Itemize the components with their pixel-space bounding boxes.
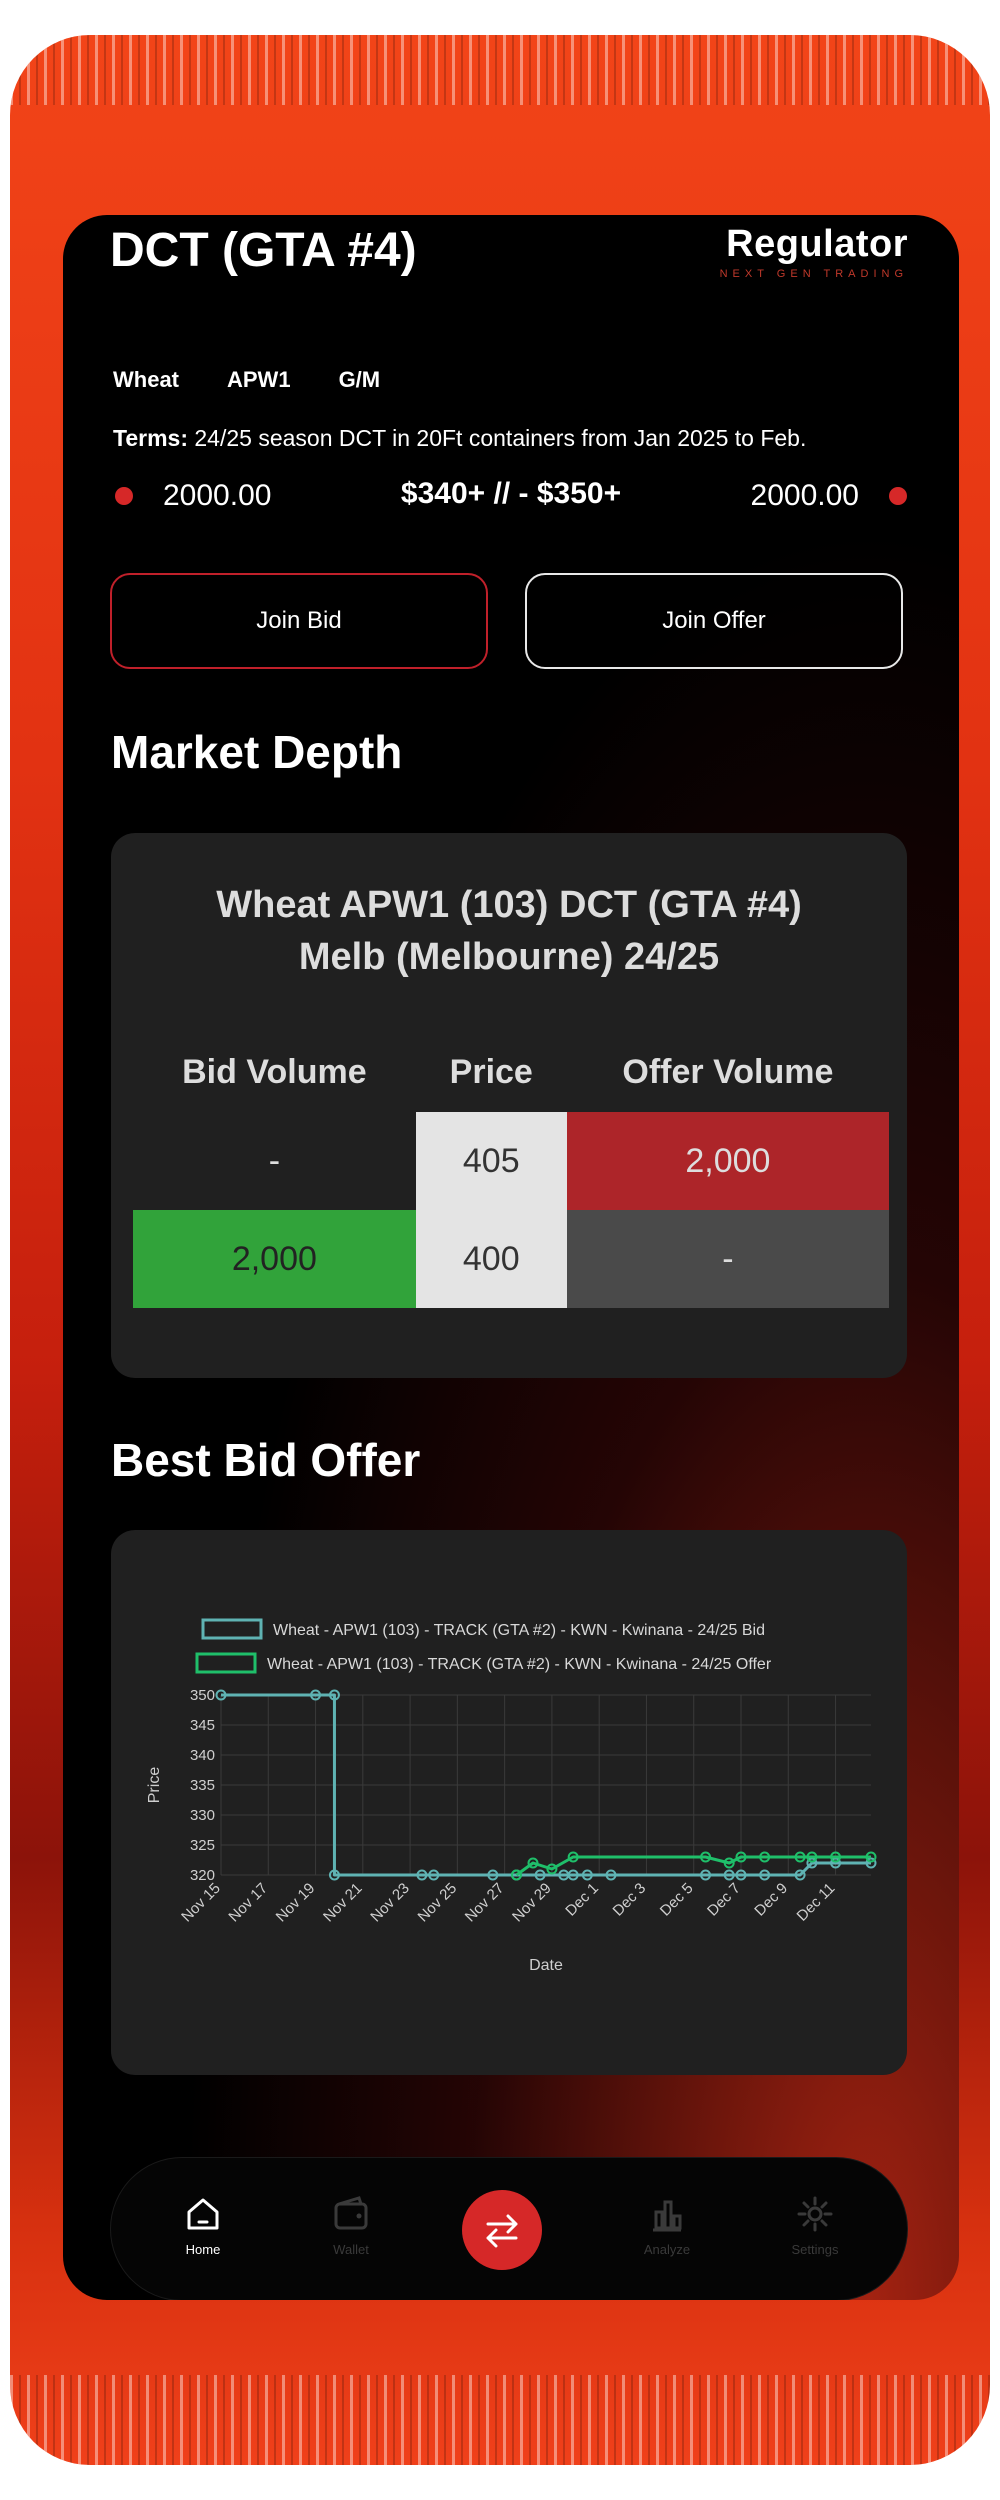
y-tick-label: 345 [190, 1717, 215, 1734]
terms-label: Terms: [113, 425, 188, 451]
gear-icon [797, 2196, 833, 2232]
page-title: DCT (GTA #4) [110, 224, 417, 277]
offer-volume: 2000.00 [750, 479, 859, 512]
x-tick-label: Dec 5 [657, 1880, 697, 1920]
x-tick-label: Nov 19 [273, 1880, 319, 1926]
bid-volume-cell: 2,000 [133, 1210, 416, 1308]
trade-exchange-button[interactable] [462, 2190, 542, 2270]
nav-settings-label: Settings [791, 2242, 839, 2257]
join-bid-button[interactable]: Join Bid [110, 573, 488, 669]
wallet-icon [334, 2196, 368, 2230]
nav-home[interactable]: Home [163, 2194, 243, 2257]
x-tick-label: Nov 15 [178, 1880, 224, 1926]
brand-logo: Regulator NEXT GEN TRADING [720, 223, 908, 280]
offer-volume-cell: - [566, 1210, 889, 1308]
legend-swatch [195, 1652, 257, 1674]
y-tick-label: 330 [190, 1807, 215, 1824]
market-depth-card-title: Wheat APW1 (103) DCT (GTA #4) Melb (Melb… [111, 879, 907, 983]
x-tick-label: Dec 9 [751, 1880, 791, 1920]
nav-settings[interactable]: Settings [775, 2194, 855, 2257]
y-tick-label: 340 [190, 1747, 215, 1764]
legend-swatch [201, 1618, 263, 1640]
card-title-line1: Wheat APW1 (103) DCT (GTA #4) [216, 884, 802, 926]
nav-analyze-label: Analyze [643, 2242, 691, 2257]
column-header-bid-volume: Bid Volume [182, 1052, 367, 1091]
x-tick-label: Nov 17 [225, 1880, 271, 1926]
x-tick-label: Nov 21 [320, 1880, 366, 1926]
price-history-chart: 350345340335330325320Nov 15 Nov 17 Nov 19 N… [146, 1618, 877, 1974]
x-tick-label: Dec 3 [610, 1880, 650, 1920]
market-depth-heading: Market Depth [111, 726, 403, 778]
terms-text: Terms: 24/25 season DCT in 20Ft containe… [113, 425, 933, 452]
x-tick-label: Nov 27 [462, 1880, 508, 1926]
product-tags: Wheat APW1 G/M [113, 367, 380, 393]
column-header-offer-volume: Offer Volume [622, 1052, 834, 1091]
tag-grade: APW1 [227, 367, 291, 392]
column-header-price: Price [449, 1052, 533, 1091]
legend-label: Wheat - APW1 (103) - TRACK (GTA #2) - KW… [267, 1656, 772, 1673]
quote-row: 2000.00 $340+ // - $350+ 2000.00 [63, 475, 959, 519]
x-tick-label: Nov 23 [367, 1880, 413, 1926]
tag-type: G/M [338, 367, 381, 392]
table-row: 2,000 400 - [133, 1210, 889, 1308]
best-bid-offer-card: 350 345 340 335 330 325 320 Nov 15 Nov 17 Nov 19 N… [111, 1530, 907, 2075]
x-tick-label: Nov 25 [415, 1880, 461, 1926]
join-offer-button[interactable]: Join Offer [525, 573, 903, 669]
bottom-nav: Home Wallet Analyze Settings [111, 2158, 907, 2300]
noise-band-top [10, 35, 990, 105]
nav-analyze[interactable]: Analyze [627, 2194, 707, 2257]
x-tick-label: Nov 29 [509, 1880, 555, 1926]
y-tick-label: 325 [190, 1837, 215, 1854]
card-title-line2: Melb (Melbourne) 24/25 [298, 936, 720, 978]
market-depth-card: Wheat APW1 (103) DCT (GTA #4) Melb (Melb… [111, 833, 907, 1378]
noise-band-bottom [10, 2375, 990, 2465]
offer-volume-cell: 2,000 [566, 1112, 889, 1210]
x-tick-label: Dec 11 [794, 1880, 839, 1925]
brand-tagline: NEXT GEN TRADING [719, 268, 908, 280]
legend-label: Wheat - APW1 (103) - TRACK (GTA #2) - KW… [273, 1622, 765, 1639]
brand-name: Regulator [726, 223, 908, 265]
home-icon [187, 2198, 219, 2230]
offer-indicator-dot [889, 487, 907, 505]
y-tick-label: 335 [190, 1777, 215, 1794]
y-axis-label: Price [146, 1767, 163, 1804]
nav-wallet[interactable]: Wallet [311, 2194, 391, 2257]
x-tick-label: Dec 7 [704, 1880, 744, 1920]
best-bid-offer-heading: Best Bid Offer [111, 1434, 421, 1486]
tag-commodity: Wheat [113, 367, 179, 392]
price-cell: 400 [415, 1210, 567, 1308]
device-frame: DCT (GTA #4) Regulator NEXT GEN TRADING … [10, 35, 990, 2465]
nav-wallet-label: Wallet [333, 2242, 369, 2257]
x-tick-label: Dec 1 [562, 1880, 602, 1920]
x-axis-label: Date [529, 1957, 563, 1974]
bid-volume-cell: - [268, 1141, 281, 1180]
table-row: - 405 2,000 [133, 1112, 889, 1210]
app-screen: DCT (GTA #4) Regulator NEXT GEN TRADING … [63, 215, 959, 2300]
nav-home-label: Home [185, 2242, 221, 2257]
terms-body: 24/25 season DCT in 20Ft containers from… [188, 425, 807, 451]
bar-chart-icon [653, 2200, 682, 2232]
price-cell: 405 [415, 1112, 567, 1210]
market-depth-table: Bid Volume Price Offer Volume - 405 2,00… [133, 1043, 889, 1308]
swap-arrows-icon [486, 2214, 518, 2248]
y-tick-label: 350 [190, 1687, 215, 1704]
